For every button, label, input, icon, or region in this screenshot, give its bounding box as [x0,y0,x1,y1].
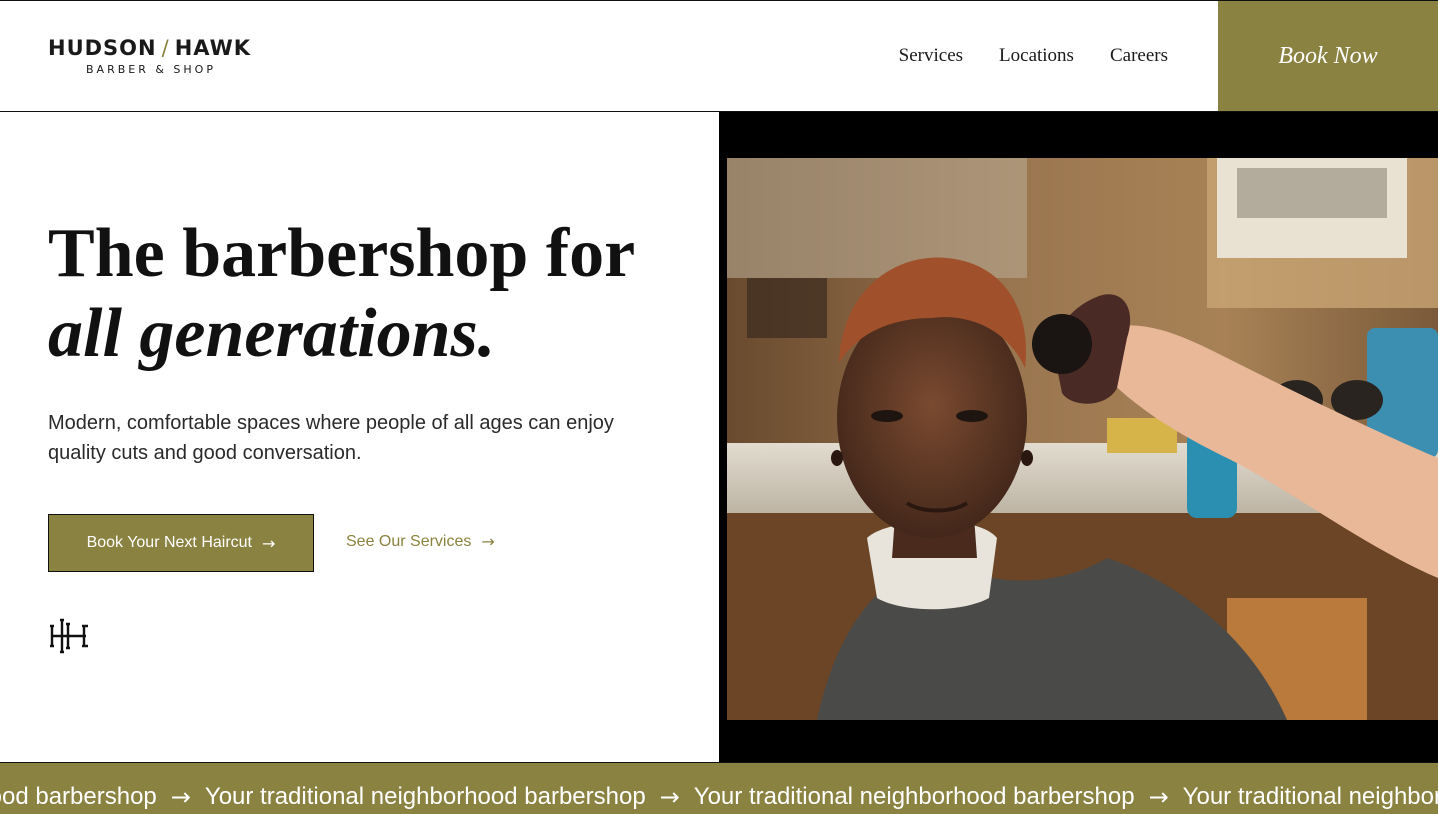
barber-video-frame [727,158,1438,720]
headline-line-1: The barbershop for [48,215,636,292]
hero-subtext: Modern, comfortable spaces where people … [48,412,614,464]
marquee-track: Your traditional neighborhood barbershop… [0,783,1438,811]
logo-wordmark: HUDSON / HAWK [48,37,260,59]
see-services-link[interactable]: See Our Services → [346,532,495,551]
hero-video[interactable] [719,112,1438,762]
marquee-item: Your traditional neighborhood barbershop [1183,783,1438,811]
marquee-text: Your traditional neighborhood barbershop [204,783,646,810]
site-header: HUDSON / HAWK BARBER & SHOP Services Locat… [0,0,1438,112]
marquee-item: Your traditional neighborhood barbershop… [694,783,1169,811]
marquee-banner: Your traditional neighborhood barbershop… [0,762,1438,814]
marquee-text: Your traditional neighborhood barbershop [0,783,157,810]
book-haircut-label: Book Your Next Haircut [86,534,252,551]
arrow-right-icon: → [659,783,680,811]
logo-name-right: HAWK [174,36,252,60]
arrow-right-icon: → [1148,783,1169,811]
see-services-label: See Our Services [346,532,472,550]
hh-monogram-icon [50,618,88,654]
logo-slash: / [161,36,170,60]
logo[interactable]: HUDSON / HAWK BARBER & SHOP [48,37,260,76]
nav-locations[interactable]: Locations [999,45,1074,67]
logo-tagline: BARBER & SHOP [86,63,216,76]
logo-name-left: HUDSON [48,36,157,60]
arrow-right-icon: → [481,532,495,551]
book-haircut-button[interactable]: Book Your Next Haircut → [48,514,314,572]
hero-content: The barbershop for all generations. Mode… [0,112,719,762]
arrow-right-icon: → [262,533,276,553]
book-now-button[interactable]: Book Now [1218,1,1438,111]
arrow-right-icon: → [170,783,191,811]
marquee-text: Your traditional neighborhood barbershop [693,783,1135,810]
nav-careers[interactable]: Careers [1110,45,1168,67]
marquee-item: Your traditional neighborhood barbershop… [205,783,680,811]
hero-headline: The barbershop for all generations. [48,214,708,374]
nav-services[interactable]: Services [899,45,963,67]
marquee-text: Your traditional neighborhood barbershop [1182,783,1438,810]
headline-line-2: all generations. [48,295,496,372]
main-nav: Services Locations Careers [899,45,1168,67]
marquee-item: Your traditional neighborhood barbershop… [0,783,191,811]
